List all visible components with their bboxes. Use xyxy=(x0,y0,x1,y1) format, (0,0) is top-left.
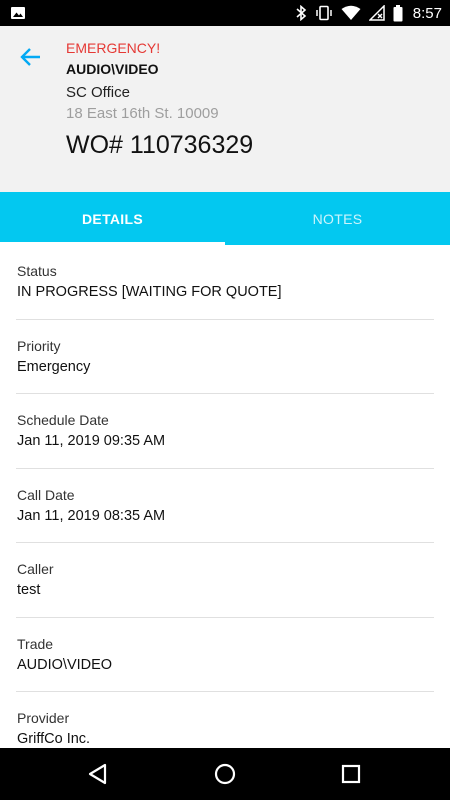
signal-icon xyxy=(368,5,385,21)
tab-details[interactable]: DETAILS xyxy=(0,192,225,245)
system-nav-bar xyxy=(0,748,450,800)
detail-value: Emergency xyxy=(17,358,91,375)
detail-value: Jan 11, 2019 09:35 AM xyxy=(17,433,166,449)
detail-row-caller: Caller test xyxy=(16,543,434,618)
image-icon xyxy=(11,7,25,19)
battery-icon xyxy=(393,4,403,21)
detail-value: AUDIO\VIDEO xyxy=(17,656,113,673)
details-list[interactable]: Status IN PROGRESS [WAITING FOR QUOTE] P… xyxy=(0,245,450,748)
back-triangle-icon[interactable] xyxy=(86,762,110,786)
detail-value: GriffCo Inc. xyxy=(17,731,91,747)
work-order-number: WO# 110736329 xyxy=(66,131,254,159)
detail-row-priority: Priority Emergency xyxy=(16,320,434,394)
recents-square-icon[interactable] xyxy=(339,762,363,786)
home-circle-icon[interactable] xyxy=(213,762,237,786)
detail-value: IN PROGRESS [WAITING FOR QUOTE] xyxy=(17,284,282,300)
detail-label: Call Date xyxy=(17,486,75,503)
detail-value: Jan 11, 2019 08:35 AM xyxy=(17,507,166,524)
status-time: 8:57 xyxy=(412,4,442,22)
detail-row-provider: Provider GriffCo Inc. xyxy=(16,692,434,748)
status-bar: 8:57 xyxy=(0,0,450,26)
detail-value: test xyxy=(17,582,41,598)
tab-bar: DETAILS NOTES xyxy=(0,192,450,245)
emergency-label: EMERGENCY! xyxy=(66,40,161,56)
detail-row-trade: Trade AUDIO\VIDEO xyxy=(16,618,434,692)
arrow-left-icon[interactable] xyxy=(18,44,44,70)
detail-label: Schedule Date xyxy=(17,412,109,428)
location-name: SC Office xyxy=(66,84,130,101)
location-address: 18 East 16th St. 10009 xyxy=(66,105,219,122)
detail-label: Priority xyxy=(17,337,61,354)
work-order-header: EMERGENCY! AUDIO\VIDEO SC Office 18 East… xyxy=(0,26,450,192)
status-icons: 8:57 xyxy=(295,0,442,26)
detail-row-status: Status IN PROGRESS [WAITING FOR QUOTE] xyxy=(16,245,434,320)
detail-label: Caller xyxy=(17,561,54,577)
detail-row-schedule-date: Schedule Date Jan 11, 2019 09:35 AM xyxy=(16,394,434,469)
vibrate-icon xyxy=(316,5,332,21)
detail-row-call-date: Call Date Jan 11, 2019 08:35 AM xyxy=(16,469,434,543)
bluetooth-icon xyxy=(296,5,307,21)
wifi-icon xyxy=(341,5,361,20)
detail-label: Status xyxy=(17,263,57,279)
detail-label: Provider xyxy=(17,710,70,726)
category-label: AUDIO\VIDEO xyxy=(66,61,159,77)
tab-notes[interactable]: NOTES xyxy=(225,192,450,245)
detail-label: Trade xyxy=(17,635,54,652)
